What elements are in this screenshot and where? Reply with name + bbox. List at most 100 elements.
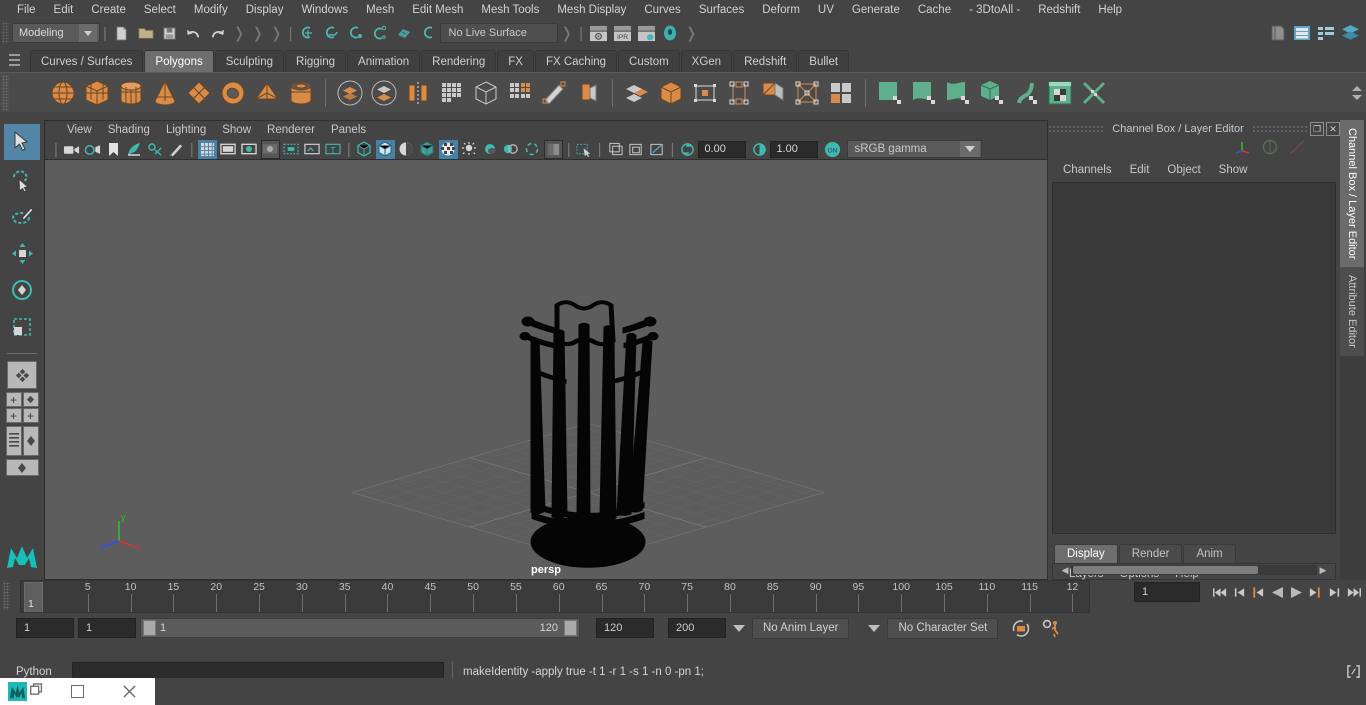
viewport-menu-view[interactable]: View	[59, 124, 100, 136]
bevel-icon[interactable]	[654, 76, 688, 110]
outliner-pane-icon[interactable]	[5, 426, 22, 456]
animation-end-field[interactable]: 200	[668, 618, 726, 638]
redo-icon[interactable]	[207, 22, 229, 44]
menu-edit[interactable]: Edit	[45, 0, 83, 20]
hypershade-icon[interactable]	[659, 22, 681, 44]
shelf-scroll-arrows[interactable]	[1352, 73, 1362, 113]
poly-pipe-icon[interactable]	[284, 76, 318, 110]
extrude-icon[interactable]	[503, 76, 537, 110]
layout-cell-2[interactable]	[22, 392, 39, 407]
snap-to-point-icon[interactable]	[345, 22, 367, 44]
channel-box-toggle-icon[interactable]	[1291, 22, 1313, 44]
field-chart-icon[interactable]	[282, 140, 301, 159]
scroll-left-icon[interactable]: ◀	[1059, 565, 1071, 576]
range-start-field[interactable]: 1	[78, 618, 136, 638]
scroll-right-icon[interactable]: ▶	[1317, 565, 1329, 576]
menu-cache[interactable]: Cache	[909, 0, 960, 20]
auto-keyframe-icon[interactable]	[1008, 619, 1034, 638]
grid-toggle-icon[interactable]	[197, 139, 217, 159]
restore-window-icon[interactable]	[30, 682, 43, 701]
resolution-gate-icon[interactable]	[240, 140, 259, 159]
modeling-toolkit-icon[interactable]	[1339, 22, 1361, 44]
menu-curves[interactable]: Curves	[635, 0, 689, 20]
uv-automatic-icon[interactable]	[975, 76, 1009, 110]
shelf-tab-custom[interactable]: Custom	[618, 50, 680, 72]
safe-title-icon[interactable]: T	[324, 140, 343, 159]
gamma-icon[interactable]	[750, 140, 769, 159]
ambient-occlusion-icon[interactable]	[502, 140, 521, 159]
time-slider-grip[interactable]	[3, 582, 10, 610]
character-set-dropdown-icon[interactable]	[865, 625, 883, 632]
persp-pane-icon[interactable]	[22, 426, 39, 456]
range-end-field[interactable]: 120	[596, 618, 654, 638]
layout-quad-icon[interactable]: + + +	[5, 392, 39, 423]
move-tool-icon[interactable]	[4, 235, 40, 271]
poly-pyramid-icon[interactable]	[250, 76, 284, 110]
safe-action-icon[interactable]	[303, 140, 322, 159]
viewport-menu-shading[interactable]: Shading	[100, 124, 158, 136]
poly-cone-icon[interactable]	[148, 76, 182, 110]
scroll-thumb[interactable]	[1073, 566, 1258, 574]
menu-select[interactable]: Select	[135, 0, 185, 20]
paint-select-tool-icon[interactable]	[4, 198, 40, 234]
viewport-menu-show[interactable]: Show	[214, 124, 259, 136]
select-tool-icon[interactable]	[4, 124, 40, 160]
select-camera-icon[interactable]	[62, 140, 81, 159]
step-forward-frame-icon[interactable]	[1306, 582, 1324, 602]
poly-cube-icon[interactable]	[80, 76, 114, 110]
camera-attributes-icon[interactable]	[83, 140, 102, 159]
shelf-tab-rendering[interactable]: Rendering	[421, 50, 497, 72]
snap-options-icon[interactable]	[7, 361, 37, 389]
shelf-menu-icon[interactable]	[4, 48, 24, 72]
menu-set-selector[interactable]: Modeling	[12, 23, 100, 43]
use-default-light-icon[interactable]	[460, 140, 479, 159]
textured-icon[interactable]	[438, 139, 458, 159]
shelf-tab-rigging[interactable]: Rigging	[285, 50, 347, 72]
image-plane-icon[interactable]	[125, 140, 144, 159]
smooth-shade-all-icon[interactable]	[375, 139, 395, 159]
make-live-icon[interactable]	[417, 22, 439, 44]
bridge-icon[interactable]	[688, 76, 722, 110]
undock-icon[interactable]: ❐	[1310, 122, 1324, 136]
range-slider[interactable]: 1 120	[140, 618, 580, 638]
layout-cell-3[interactable]: +	[5, 408, 22, 423]
curve-toggle-icon[interactable]	[1288, 139, 1306, 160]
poly-sphere-icon[interactable]	[46, 76, 80, 110]
combine-icon[interactable]	[333, 76, 367, 110]
outliner-layout-icon[interactable]	[5, 426, 39, 456]
character-set-selector[interactable]: No Character Set	[887, 617, 999, 639]
animation-preferences-icon[interactable]	[1038, 619, 1064, 638]
menu-uv[interactable]: UV	[809, 0, 843, 20]
connect-icon[interactable]	[620, 76, 654, 110]
poke-icon[interactable]	[790, 76, 824, 110]
layer-tab-render[interactable]: Render	[1118, 544, 1183, 563]
shelf-tab-curves-surfaces[interactable]: Curves / Surfaces	[30, 50, 144, 72]
menu-modify[interactable]: Modify	[185, 0, 237, 20]
menu-help[interactable]: Help	[1089, 0, 1131, 20]
uv-cut-icon[interactable]	[1077, 76, 1111, 110]
menu-surfaces[interactable]: Surfaces	[690, 0, 753, 20]
motion-blur-icon[interactable]	[523, 140, 542, 159]
new-scene-icon[interactable]	[111, 22, 133, 44]
snap-to-curve-icon[interactable]	[321, 22, 343, 44]
xray-icon[interactable]	[606, 140, 625, 159]
menu-create[interactable]: Create	[82, 0, 135, 20]
shelf-tab-polygons[interactable]: Polygons	[144, 50, 214, 72]
ipr-render-icon[interactable]: IPR	[611, 22, 633, 44]
app-thumbnail-icon[interactable]	[0, 678, 52, 705]
menu-generate[interactable]: Generate	[843, 0, 909, 20]
shelf-tab-animation[interactable]: Animation	[347, 50, 421, 72]
toolbar-grip[interactable]	[2, 22, 9, 44]
render-settings-icon[interactable]	[635, 22, 657, 44]
undo-icon[interactable]	[183, 22, 205, 44]
channel-menu-edit[interactable]: Edit	[1121, 164, 1159, 176]
quad-draw-icon[interactable]	[824, 76, 858, 110]
close-window-icon[interactable]	[103, 678, 155, 705]
chevron-down-icon[interactable]	[79, 24, 97, 42]
maximize-window-icon[interactable]	[52, 678, 104, 705]
layout-cell-4[interactable]: +	[22, 408, 39, 423]
exposure-field[interactable]: 0.00	[698, 140, 747, 158]
menu-display[interactable]: Display	[237, 0, 293, 20]
shelf-tab-sculpting[interactable]: Sculpting	[214, 50, 285, 72]
gamma-field[interactable]: 1.00	[770, 140, 819, 158]
